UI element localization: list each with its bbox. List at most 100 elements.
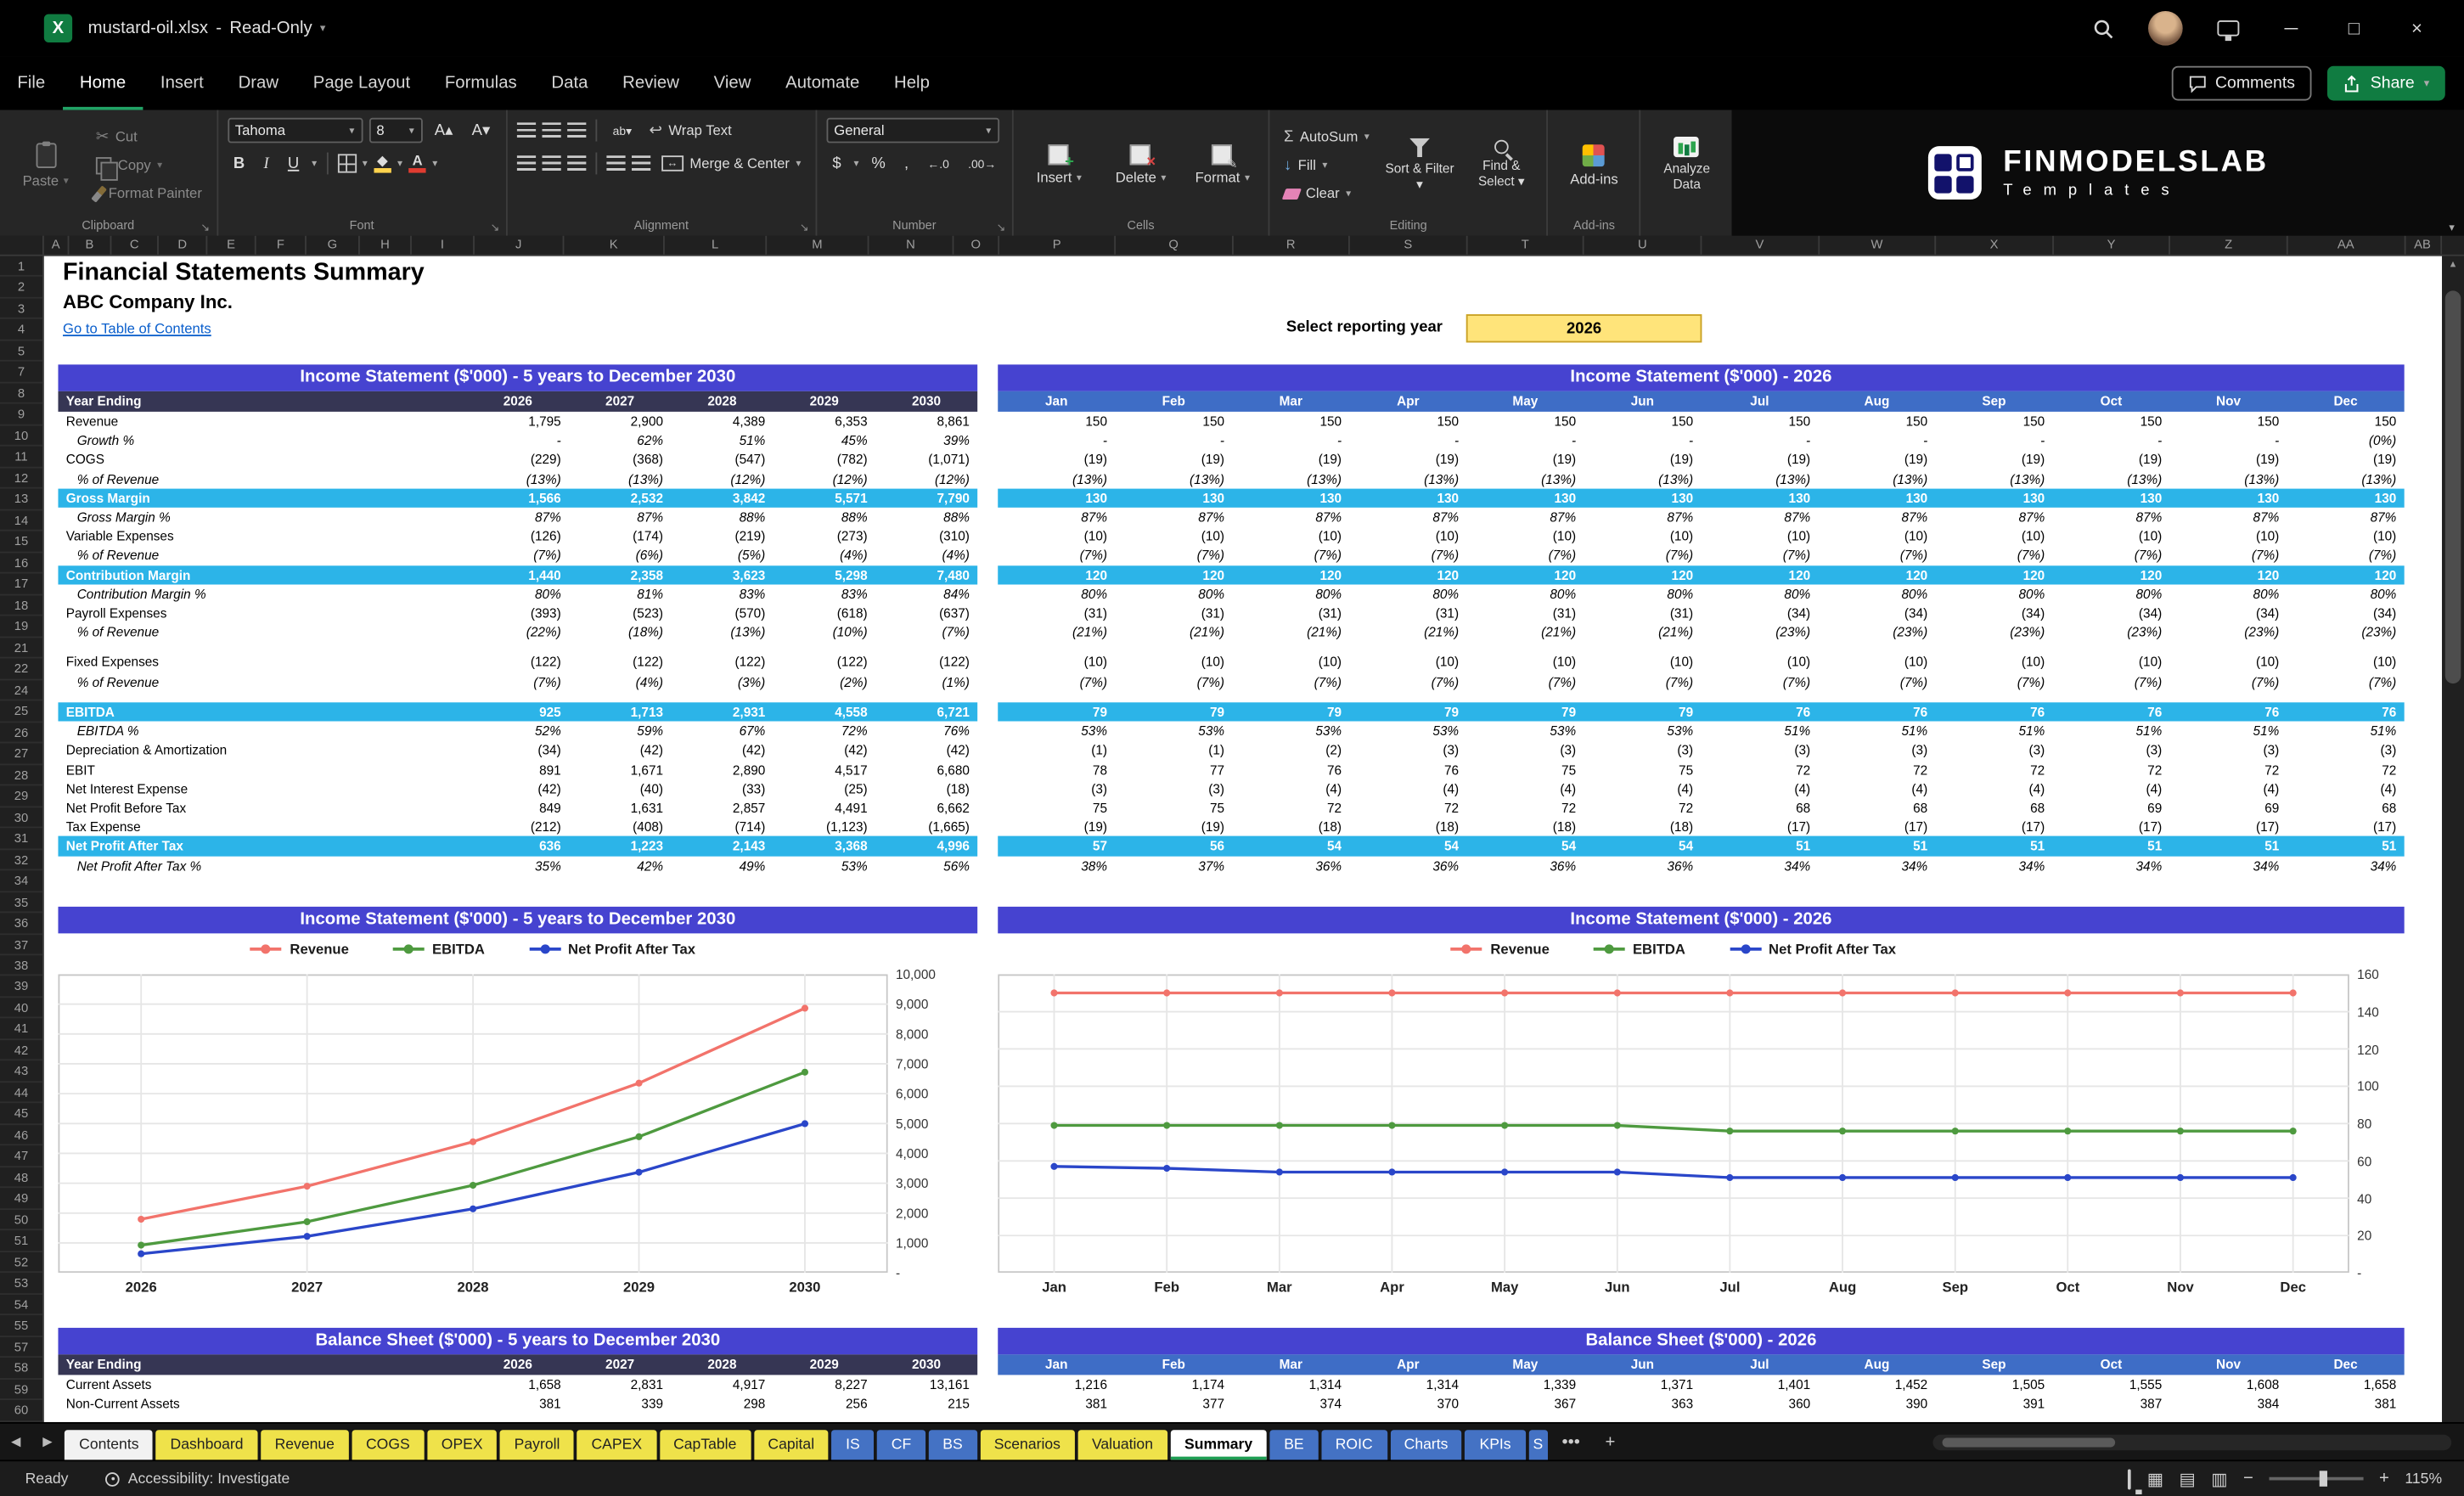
column-label[interactable]: 2027: [569, 1354, 671, 1375]
cell[interactable]: (10): [1584, 653, 1701, 672]
row-header-22[interactable]: 22: [0, 659, 42, 680]
cell[interactable]: (3): [2287, 740, 2405, 760]
decrease-decimal-button[interactable]: .00→: [962, 155, 1003, 172]
column-header-Y[interactable]: Y: [2053, 235, 2171, 255]
cell[interactable]: 2,890: [671, 760, 773, 779]
cell[interactable]: 87%: [1115, 508, 1232, 527]
column-label[interactable]: Jul: [1701, 391, 1818, 412]
cell[interactable]: 1,608: [2170, 1375, 2287, 1394]
cell[interactable]: 36%: [1584, 856, 1701, 875]
fill-button[interactable]: ↓ Fill ▾: [1279, 153, 1374, 178]
cell[interactable]: (19): [1232, 450, 1349, 470]
comments-button[interactable]: Comments: [2171, 65, 2313, 101]
cell[interactable]: 120: [1701, 565, 1818, 584]
excel-app-icon[interactable]: X: [43, 14, 73, 42]
cell[interactable]: 4,491: [774, 798, 875, 818]
column-label[interactable]: Jul: [1701, 1354, 1818, 1375]
cell[interactable]: 1,216: [998, 1375, 1115, 1394]
menu-tab-insert[interactable]: Insert: [143, 57, 222, 110]
row-header-47[interactable]: 47: [0, 1146, 42, 1167]
comma-style-button[interactable]: ,: [898, 153, 915, 173]
cell[interactable]: (7%): [1818, 672, 1935, 691]
cell[interactable]: 150: [998, 412, 1115, 431]
cell[interactable]: 76: [1232, 760, 1349, 779]
annual-chart-title[interactable]: Income Statement ($'000) - 5 years to De…: [58, 906, 978, 934]
row-header-32[interactable]: 32: [0, 849, 42, 871]
sheet-tab-kpis[interactable]: KPIs: [1465, 1430, 1526, 1460]
cell[interactable]: (523): [569, 603, 671, 622]
cell[interactable]: (7%): [2170, 672, 2287, 691]
italic-button[interactable]: I: [257, 153, 275, 173]
cell[interactable]: 80%: [1818, 584, 1935, 604]
autosum-button[interactable]: Σ AutoSum ▾: [1279, 124, 1374, 149]
merge-center-button[interactable]: ↔ Merge & Center ▾: [657, 151, 806, 177]
column-label[interactable]: 2028: [671, 391, 773, 412]
cell[interactable]: (7%): [1232, 672, 1349, 691]
cell[interactable]: (13%): [1584, 470, 1701, 489]
cell[interactable]: (42): [875, 740, 977, 760]
table-corner-label[interactable]: Year Ending: [58, 391, 466, 412]
cell[interactable]: 80%: [1115, 584, 1232, 604]
sheet-tab-roic[interactable]: ROIC: [1321, 1430, 1387, 1460]
row-label[interactable]: % of Revenue: [58, 546, 466, 565]
normal-view-icon[interactable]: ▦: [2147, 1469, 2163, 1488]
cell[interactable]: (7%): [1115, 672, 1232, 691]
cell[interactable]: (19): [2052, 450, 2169, 470]
row-label[interactable]: Current Assets: [58, 1375, 466, 1394]
delete-cells-button[interactable]: Delete▾: [1105, 116, 1177, 214]
cell[interactable]: (4): [2287, 779, 2405, 799]
cell[interactable]: (23%): [2052, 622, 2169, 642]
cell[interactable]: 72: [1584, 798, 1701, 818]
column-header-G[interactable]: G: [307, 235, 360, 255]
cell[interactable]: 88%: [774, 508, 875, 527]
cell[interactable]: (10): [1935, 526, 2052, 546]
more-sheets-button[interactable]: •••: [1550, 1432, 1593, 1451]
copy-button[interactable]: Copy ▾: [91, 153, 206, 180]
cell[interactable]: -: [1584, 430, 1701, 450]
cell[interactable]: (7%): [467, 546, 569, 565]
scroll-up-icon[interactable]: ▴: [2442, 256, 2464, 275]
row-header-34[interactable]: 34: [0, 870, 42, 892]
sheet-tab-cogs[interactable]: COGS: [352, 1430, 425, 1460]
cell[interactable]: 367: [1466, 1394, 1584, 1414]
cell[interactable]: 80%: [2287, 584, 2405, 604]
cell[interactable]: (3): [1935, 740, 2052, 760]
row-header-35[interactable]: 35: [0, 891, 42, 914]
cell[interactable]: (19): [1349, 450, 1466, 470]
cell[interactable]: 7,480: [875, 565, 977, 584]
row-label[interactable]: % of Revenue: [58, 622, 466, 642]
cell[interactable]: (10): [2052, 653, 2169, 672]
cell[interactable]: (19): [1115, 818, 1232, 837]
cell[interactable]: 54: [1349, 836, 1466, 856]
cell[interactable]: (273): [774, 526, 875, 546]
cell[interactable]: 87%: [467, 508, 569, 527]
cell[interactable]: (13%): [1115, 470, 1232, 489]
cell[interactable]: 150: [2052, 412, 2169, 431]
cell[interactable]: (13%): [2052, 470, 2169, 489]
cell[interactable]: 72: [2170, 760, 2287, 779]
cell[interactable]: (3): [1115, 779, 1232, 799]
decrease-font-button[interactable]: A▾: [465, 121, 496, 141]
column-header-C[interactable]: C: [111, 235, 159, 255]
cell[interactable]: (219): [671, 526, 773, 546]
cell[interactable]: (17): [1818, 818, 1935, 837]
row-header-14[interactable]: 14: [0, 510, 42, 532]
fill-color-button[interactable]: ◆: [374, 153, 391, 173]
row-header-43[interactable]: 43: [0, 1061, 42, 1083]
cell[interactable]: (7%): [1584, 672, 1701, 691]
cell[interactable]: (4): [1232, 779, 1349, 799]
analyze-data-button[interactable]: Analyze Data: [1651, 116, 1723, 214]
column-label[interactable]: 2026: [467, 391, 569, 412]
cell[interactable]: (4): [1349, 779, 1466, 799]
cell[interactable]: (1,665): [875, 818, 977, 837]
accounting-format-button[interactable]: $: [826, 153, 847, 173]
cell[interactable]: (1%): [875, 672, 977, 691]
column-label[interactable]: Mar: [1232, 1354, 1349, 1375]
cell[interactable]: 1,658: [2287, 1375, 2405, 1394]
cell[interactable]: (10): [1115, 653, 1232, 672]
cell[interactable]: 79: [1349, 702, 1466, 722]
insert-cells-button[interactable]: Insert▾: [1023, 116, 1095, 214]
cell[interactable]: (4%): [569, 672, 671, 691]
cell[interactable]: 36%: [1466, 856, 1584, 875]
cell[interactable]: 79: [998, 702, 1115, 722]
